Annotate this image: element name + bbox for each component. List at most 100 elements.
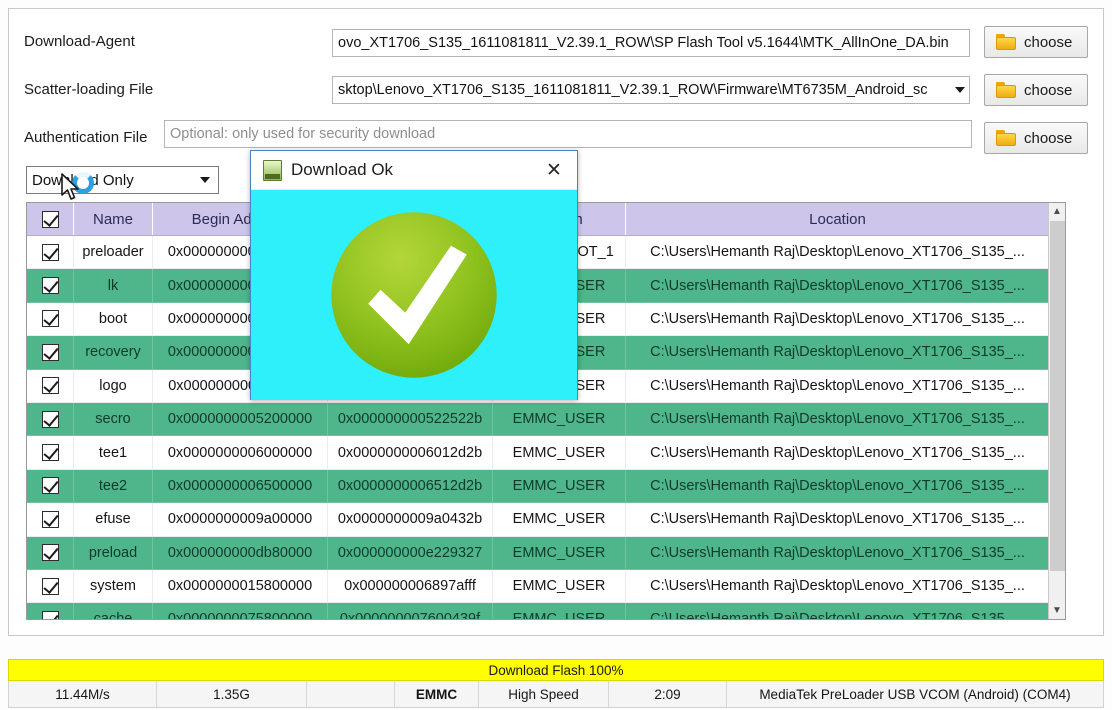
table-row[interactable]: preload 0x000000000db80000 0x000000000e229… bbox=[27, 536, 1050, 570]
download-mode-combo[interactable]: Download Only bbox=[26, 166, 219, 194]
checkbox-icon[interactable] bbox=[41, 410, 59, 428]
sp-flash-tool-window: Download-Agent ovo_XT1706_S135_161108181… bbox=[0, 0, 1112, 710]
flash-device-icon bbox=[263, 159, 282, 181]
choose-label: choose bbox=[1024, 129, 1073, 147]
header-location[interactable]: Location bbox=[625, 203, 1050, 236]
cell-name: preload bbox=[73, 536, 153, 570]
scatter-loading-file-combo[interactable]: sktop\Lenovo_XT1706_S135_1611081811_V2.3… bbox=[332, 76, 970, 104]
row-checkbox[interactable] bbox=[27, 536, 74, 570]
status-time: 2:09 bbox=[609, 681, 727, 707]
table-row[interactable]: tee1 0x0000000006000000 0x0000000006012d2b… bbox=[27, 435, 1050, 470]
download-agent-input[interactable]: ovo_XT1706_S135_1611081811_V2.39.1_ROW\S… bbox=[332, 29, 970, 57]
scatter-loading-file-label: Scatter-loading File bbox=[24, 81, 154, 98]
checkbox-icon[interactable] bbox=[41, 577, 59, 595]
close-icon[interactable]: ✕ bbox=[537, 155, 571, 185]
row-checkbox[interactable] bbox=[27, 235, 74, 270]
cell-end-address: 0x0000000009a0432b bbox=[327, 502, 493, 537]
table-row[interactable]: secro 0x0000000005200000 0x000000000522522… bbox=[27, 402, 1050, 437]
row-checkbox[interactable] bbox=[27, 602, 74, 619]
checkbox-icon[interactable] bbox=[41, 444, 59, 462]
cell-region: EMMC_USER bbox=[492, 569, 626, 604]
status-size: 1.35G bbox=[157, 681, 307, 707]
row-checkbox[interactable] bbox=[27, 569, 74, 604]
scroll-down-icon[interactable]: ▼ bbox=[1049, 602, 1065, 619]
cell-name: secro bbox=[73, 402, 153, 437]
status-speed: 11.44M/s bbox=[9, 681, 157, 707]
scroll-up-icon[interactable]: ▲ bbox=[1049, 203, 1065, 220]
status-storage: EMMC bbox=[395, 681, 479, 707]
table-row[interactable]: tee2 0x0000000006500000 0x0000000006512d2b… bbox=[27, 469, 1050, 504]
cell-location: C:\Users\Hemanth Raj\Desktop\Lenovo_XT17… bbox=[625, 402, 1050, 437]
cell-location: C:\Users\Hemanth Raj\Desktop\Lenovo_XT17… bbox=[625, 536, 1050, 570]
checkbox-icon[interactable] bbox=[41, 210, 59, 228]
cell-location: C:\Users\Hemanth Raj\Desktop\Lenovo_XT17… bbox=[625, 268, 1050, 303]
row-checkbox[interactable] bbox=[27, 268, 74, 303]
checkbox-icon[interactable] bbox=[41, 377, 59, 395]
cell-location: C:\Users\Hemanth Raj\Desktop\Lenovo_XT17… bbox=[625, 469, 1050, 504]
row-checkbox[interactable] bbox=[27, 335, 74, 370]
cell-location: C:\Users\Hemanth Raj\Desktop\Lenovo_XT17… bbox=[625, 302, 1050, 337]
status-port: MediaTek PreLoader USB VCOM (Android) (C… bbox=[759, 686, 1071, 702]
cell-end-address: 0x0000000006512d2b bbox=[327, 469, 493, 504]
status-mode: High Speed bbox=[479, 681, 609, 707]
cell-location: C:\Users\Hemanth Raj\Desktop\Lenovo_XT17… bbox=[625, 235, 1050, 270]
chevron-down-icon[interactable] bbox=[955, 87, 965, 93]
scrollbar-thumb[interactable] bbox=[1050, 221, 1065, 571]
row-checkbox[interactable] bbox=[27, 369, 74, 403]
cell-name: tee1 bbox=[73, 435, 153, 470]
choose-label: choose bbox=[1024, 81, 1073, 99]
table-row[interactable]: efuse 0x0000000009a00000 0x0000000009a0432… bbox=[27, 502, 1050, 537]
table-row[interactable]: cache 0x0000000075800000 0x000000007600439… bbox=[27, 602, 1050, 619]
download-progress-bar: Download Flash 100% bbox=[8, 659, 1104, 681]
authentication-file-input[interactable]: Optional: only used for security downloa… bbox=[164, 120, 972, 148]
table-vertical-scrollbar[interactable]: ▲ ▼ bbox=[1048, 203, 1065, 619]
checkbox-icon[interactable] bbox=[41, 610, 59, 619]
row-checkbox[interactable] bbox=[27, 302, 74, 337]
download-agent-label: Download-Agent bbox=[24, 33, 135, 50]
cell-end-address: 0x000000007600439f bbox=[327, 602, 493, 619]
chevron-down-icon[interactable] bbox=[200, 177, 210, 183]
cell-location: C:\Users\Hemanth Raj\Desktop\Lenovo_XT17… bbox=[625, 369, 1050, 403]
checkbox-icon[interactable] bbox=[41, 510, 59, 528]
cell-name: system bbox=[73, 569, 153, 604]
cell-name: boot bbox=[73, 302, 153, 337]
scatter-loading-file-choose-button[interactable]: choose bbox=[984, 74, 1088, 106]
checkbox-icon[interactable] bbox=[41, 343, 59, 361]
folder-icon bbox=[996, 34, 1016, 50]
authentication-file-label: Authentication File bbox=[24, 129, 148, 146]
cell-begin-address: 0x0000000009a00000 bbox=[152, 502, 328, 537]
header-name[interactable]: Name bbox=[73, 203, 153, 236]
authentication-file-choose-button[interactable]: choose bbox=[984, 122, 1088, 154]
dialog-title: Download Ok bbox=[291, 160, 394, 179]
cell-name: tee2 bbox=[73, 469, 153, 504]
cell-region: EMMC_USER bbox=[492, 402, 626, 437]
cell-location: C:\Users\Hemanth Raj\Desktop\Lenovo_XT17… bbox=[625, 335, 1050, 370]
cell-location: C:\Users\Hemanth Raj\Desktop\Lenovo_XT17… bbox=[625, 502, 1050, 537]
row-checkbox[interactable] bbox=[27, 402, 74, 437]
cell-region: EMMC_USER bbox=[492, 502, 626, 537]
status-bar: 11.44M/s 1.35G EMMC High Speed 2:09 Medi… bbox=[8, 681, 1104, 708]
folder-icon bbox=[996, 82, 1016, 98]
header-select-all[interactable] bbox=[27, 203, 74, 236]
cell-name: cache bbox=[73, 602, 153, 619]
cell-begin-address: 0x0000000005200000 bbox=[152, 402, 328, 437]
cell-location: C:\Users\Hemanth Raj\Desktop\Lenovo_XT17… bbox=[625, 569, 1050, 604]
cell-region: EMMC_USER bbox=[492, 469, 626, 504]
row-checkbox[interactable] bbox=[27, 469, 74, 504]
checkbox-icon[interactable] bbox=[41, 477, 59, 495]
table-row[interactable]: system 0x0000000015800000 0x000000006897af… bbox=[27, 569, 1050, 604]
cell-end-address: 0x000000000e229327 bbox=[327, 536, 493, 570]
cell-region: EMMC_USER bbox=[492, 536, 626, 570]
checkbox-icon[interactable] bbox=[41, 243, 59, 261]
checkbox-icon[interactable] bbox=[41, 544, 59, 562]
download-agent-choose-button[interactable]: choose bbox=[984, 26, 1088, 58]
checkbox-icon[interactable] bbox=[41, 277, 59, 295]
checkbox-icon[interactable] bbox=[41, 310, 59, 328]
row-checkbox[interactable] bbox=[27, 502, 74, 537]
cell-name: recovery bbox=[73, 335, 153, 370]
scatter-loading-file-value: sktop\Lenovo_XT1706_S135_1611081811_V2.3… bbox=[338, 82, 928, 98]
cell-end-address: 0x0000000006012d2b bbox=[327, 435, 493, 470]
cell-end-address: 0x000000006897afff bbox=[327, 569, 493, 604]
dialog-body bbox=[251, 190, 577, 400]
row-checkbox[interactable] bbox=[27, 435, 74, 470]
